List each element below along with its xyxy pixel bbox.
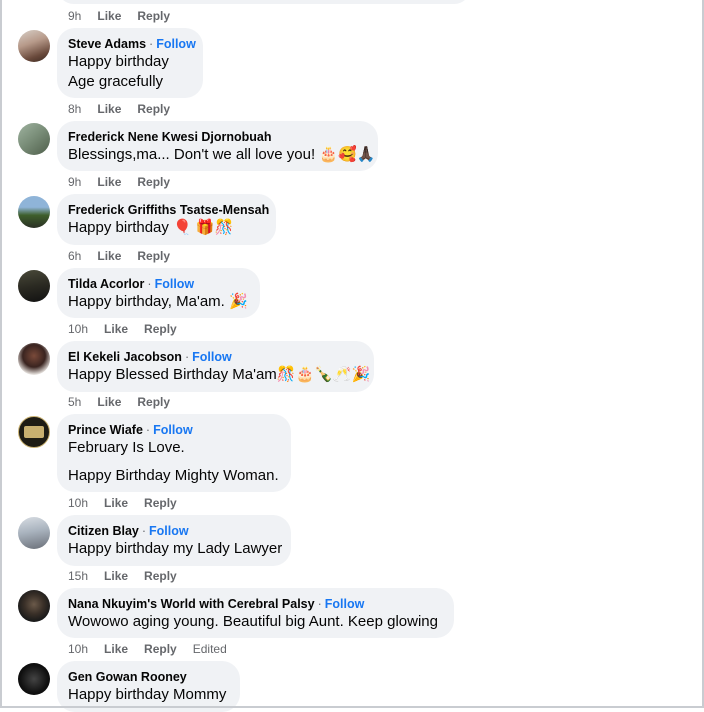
comment-actions: 15h Like Reply bbox=[68, 568, 177, 584]
avatar[interactable] bbox=[18, 416, 50, 448]
previous-comment-actions: 9h Like Reply bbox=[68, 8, 170, 24]
comment-bubble: Tilda Acorlor · Follow Happy birthday, Ma'… bbox=[57, 268, 260, 318]
reply-button[interactable]: Reply bbox=[144, 641, 177, 657]
reply-button[interactable]: Reply bbox=[144, 495, 177, 511]
comment-actions: 9h Like Reply bbox=[68, 174, 170, 190]
author-name[interactable]: Frederick Nene Kwesi Djornobuah bbox=[68, 130, 272, 144]
follow-button[interactable]: Follow bbox=[149, 524, 189, 538]
like-button[interactable]: Like bbox=[104, 641, 128, 657]
comment-time[interactable]: 9h bbox=[68, 174, 81, 190]
comment-text: Happy birthday my Lady Lawyer bbox=[68, 540, 283, 557]
comment-text: Age gracefully bbox=[68, 73, 164, 90]
edited-label: Edited bbox=[192, 642, 227, 656]
avatar[interactable] bbox=[18, 196, 50, 228]
reply-button[interactable]: Reply bbox=[144, 568, 177, 584]
author-name[interactable]: Tilda Acorlor bbox=[68, 277, 144, 291]
reply-button[interactable]: Reply bbox=[137, 174, 170, 190]
comment-text: Happy birthday bbox=[68, 53, 169, 70]
comment-actions: 8h Like Reply bbox=[68, 101, 170, 117]
comment-bubble: El Kekeli Jacobson · Follow Happy Blessed … bbox=[57, 341, 374, 392]
comment-bubble: Frederick Griffiths Tsatse-Mensah Happy … bbox=[57, 194, 276, 245]
previous-comment-bubble bbox=[57, 0, 471, 4]
avatar[interactable] bbox=[18, 517, 50, 549]
author-name[interactable]: Nana Nkuyim's World with Cerebral Palsy bbox=[68, 597, 315, 611]
author-name[interactable]: Gen Gowan Rooney bbox=[68, 670, 187, 684]
comment-text: Wowowo aging young. Beautiful big Aunt. … bbox=[68, 613, 438, 630]
author-name[interactable]: Frederick Griffiths Tsatse-Mensah bbox=[68, 203, 269, 217]
comment-bubble: Gen Gowan Rooney Happy birthday Mommy bbox=[57, 661, 240, 712]
comment-text: Happy Blessed Birthday Ma'am🎊🎂🍾🥂🎉 bbox=[68, 366, 371, 383]
comment-actions: 10h Like Reply bbox=[68, 495, 177, 511]
like-button[interactable]: Like bbox=[104, 495, 128, 511]
reply-button[interactable]: Reply bbox=[137, 248, 170, 264]
comment-time[interactable]: 8h bbox=[68, 101, 81, 117]
reply-button[interactable]: Reply bbox=[137, 8, 170, 24]
reply-button[interactable]: Reply bbox=[137, 394, 170, 410]
follow-button[interactable]: Follow bbox=[192, 350, 232, 364]
like-button[interactable]: Like bbox=[97, 174, 121, 190]
avatar[interactable] bbox=[18, 590, 50, 622]
author-name[interactable]: Steve Adams bbox=[68, 37, 146, 51]
avatar[interactable] bbox=[18, 663, 50, 695]
like-button[interactable]: Like bbox=[97, 8, 121, 24]
comment-bubble: Nana Nkuyim's World with Cerebral Palsy ·… bbox=[57, 588, 454, 638]
comment-actions: 10h Like Reply bbox=[68, 321, 177, 337]
comment-text: February Is Love. bbox=[68, 439, 185, 456]
comment-actions: 6h Like Reply bbox=[68, 248, 170, 264]
window-border-left bbox=[0, 0, 2, 708]
comment-time[interactable]: 10h bbox=[68, 321, 88, 337]
comment-time[interactable]: 10h bbox=[68, 495, 88, 511]
author-name[interactable]: Citizen Blay bbox=[68, 524, 139, 538]
comment-text: Happy birthday 🎈 🎁🎊 bbox=[68, 219, 234, 236]
follow-button[interactable]: Follow bbox=[156, 37, 196, 51]
follow-button[interactable]: Follow bbox=[155, 277, 195, 291]
comment-time[interactable]: 10h bbox=[68, 641, 88, 657]
like-button[interactable]: Like bbox=[97, 101, 121, 117]
comment-actions: 5h Like Reply bbox=[68, 394, 170, 410]
reply-button[interactable]: Reply bbox=[144, 321, 177, 337]
avatar[interactable] bbox=[18, 30, 50, 62]
comment-text: Happy Birthday Mighty Woman. bbox=[68, 467, 279, 484]
comment-text: Happy birthday, Ma'am. 🎉 bbox=[68, 293, 248, 310]
author-name[interactable]: Prince Wiafe bbox=[68, 423, 143, 437]
like-button[interactable]: Like bbox=[104, 568, 128, 584]
comment-time[interactable]: 6h bbox=[68, 248, 81, 264]
like-button[interactable]: Like bbox=[97, 248, 121, 264]
avatar[interactable] bbox=[18, 270, 50, 302]
comment-bubble: Steve Adams · Follow Happy birthday Age gr… bbox=[57, 28, 203, 98]
comment-text: Happy birthday Mommy bbox=[68, 686, 227, 703]
comment-time: 9h bbox=[68, 9, 82, 23]
comment-bubble: Prince Wiafe · Follow February Is Love. Ha… bbox=[57, 414, 291, 492]
like-button[interactable]: Like bbox=[97, 394, 121, 410]
avatar[interactable] bbox=[18, 123, 50, 155]
author-name[interactable]: El Kekeli Jacobson bbox=[68, 350, 182, 364]
reply-button[interactable]: Reply bbox=[137, 101, 170, 117]
like-button[interactable]: Like bbox=[104, 321, 128, 337]
comment-bubble: Citizen Blay · Follow Happy birthday my La… bbox=[57, 515, 291, 566]
follow-button[interactable]: Follow bbox=[325, 597, 365, 611]
comment-bubble: Frederick Nene Kwesi Djornobuah Blessing… bbox=[57, 121, 378, 171]
comment-time[interactable]: 15h bbox=[68, 568, 88, 584]
follow-button[interactable]: Follow bbox=[153, 423, 193, 437]
avatar[interactable] bbox=[18, 343, 50, 375]
comment-actions: 10h Like Reply Edited bbox=[68, 641, 227, 657]
comment-time[interactable]: 5h bbox=[68, 394, 81, 410]
comment-text: Blessings,ma... Don't we all love you! 🎂… bbox=[68, 146, 376, 163]
